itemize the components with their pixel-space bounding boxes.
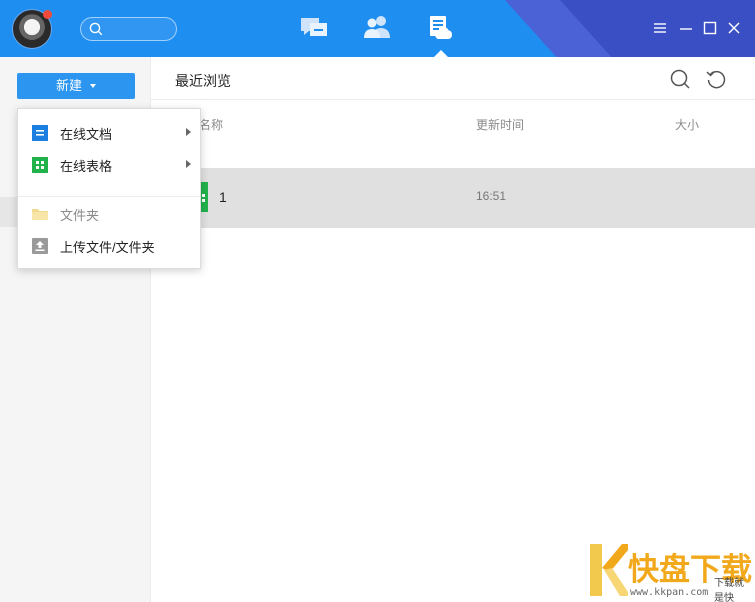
online-sheet-icon (32, 157, 48, 173)
column-header-name[interactable]: 名称 (199, 116, 223, 133)
tab-files[interactable] (427, 14, 459, 44)
menu-button[interactable] (652, 20, 668, 36)
folder-icon (32, 209, 48, 220)
column-header-size[interactable]: 大小 (675, 116, 699, 133)
avatar[interactable] (12, 9, 52, 49)
chat-icon (301, 18, 327, 36)
menu-icon (654, 23, 666, 33)
header-divider (151, 99, 755, 100)
refresh-icon (706, 70, 726, 89)
menu-item-label: 文件夹 (60, 208, 100, 223)
maximize-button[interactable] (702, 20, 718, 36)
search-icon (89, 22, 103, 36)
active-tab-indicator (434, 50, 448, 57)
menu-item-label: 上传文件/文件夹 (60, 240, 155, 255)
new-button-label: 新建 (55, 78, 82, 93)
search-icon (670, 69, 690, 89)
new-button[interactable]: 新建 (17, 73, 135, 99)
upload-icon (32, 238, 48, 254)
column-header-updated[interactable]: 更新时间 (476, 116, 524, 133)
watermark-url: www.kkpan.com (630, 587, 709, 598)
new-dropdown-menu: 在线文档 在线表格 文件夹 上传文件/文件夹 (17, 108, 201, 269)
submenu-arrow-icon (186, 128, 191, 136)
refresh-button[interactable] (705, 68, 727, 90)
online-doc-icon (32, 125, 48, 141)
tab-messages[interactable] (298, 14, 330, 44)
menu-item-label: 在线文档 (60, 127, 113, 142)
menu-item-online-doc[interactable]: 在线文档 (18, 116, 200, 148)
tab-contacts[interactable] (361, 14, 393, 44)
maximize-icon (703, 21, 717, 35)
caret-down-icon (90, 83, 96, 88)
page-title: 最近浏览 (175, 73, 231, 89)
watermark: 快盘下载 下载就是快 www.kkpan.com (588, 542, 753, 602)
close-button[interactable] (726, 20, 742, 36)
close-icon (728, 22, 740, 34)
title-bar (0, 0, 755, 57)
contacts-icon (364, 16, 390, 38)
notification-dot (43, 10, 52, 19)
kkpan-logo-icon (590, 544, 628, 596)
menu-item-upload[interactable]: 上传文件/文件夹 (18, 229, 200, 261)
cloud-doc-icon (430, 16, 453, 39)
menu-item-online-sheet[interactable]: 在线表格 (18, 148, 200, 180)
submenu-arrow-icon (186, 160, 191, 168)
search-input[interactable] (80, 17, 177, 41)
menu-item-label: 在线表格 (60, 159, 113, 174)
search-button[interactable] (669, 68, 691, 90)
row-name: 1 (219, 189, 227, 205)
row-updated: 16:51 (476, 189, 507, 203)
main-panel: 最近浏览 名称 更新时间 大小 1 16:51 (151, 57, 755, 602)
menu-item-folder: 文件夹 (18, 197, 200, 229)
minimize-icon (680, 28, 692, 30)
watermark-subtitle: 下载就是快 (714, 578, 744, 602)
table-row[interactable]: 1 16:51 (151, 168, 755, 228)
minimize-button[interactable] (678, 20, 694, 36)
